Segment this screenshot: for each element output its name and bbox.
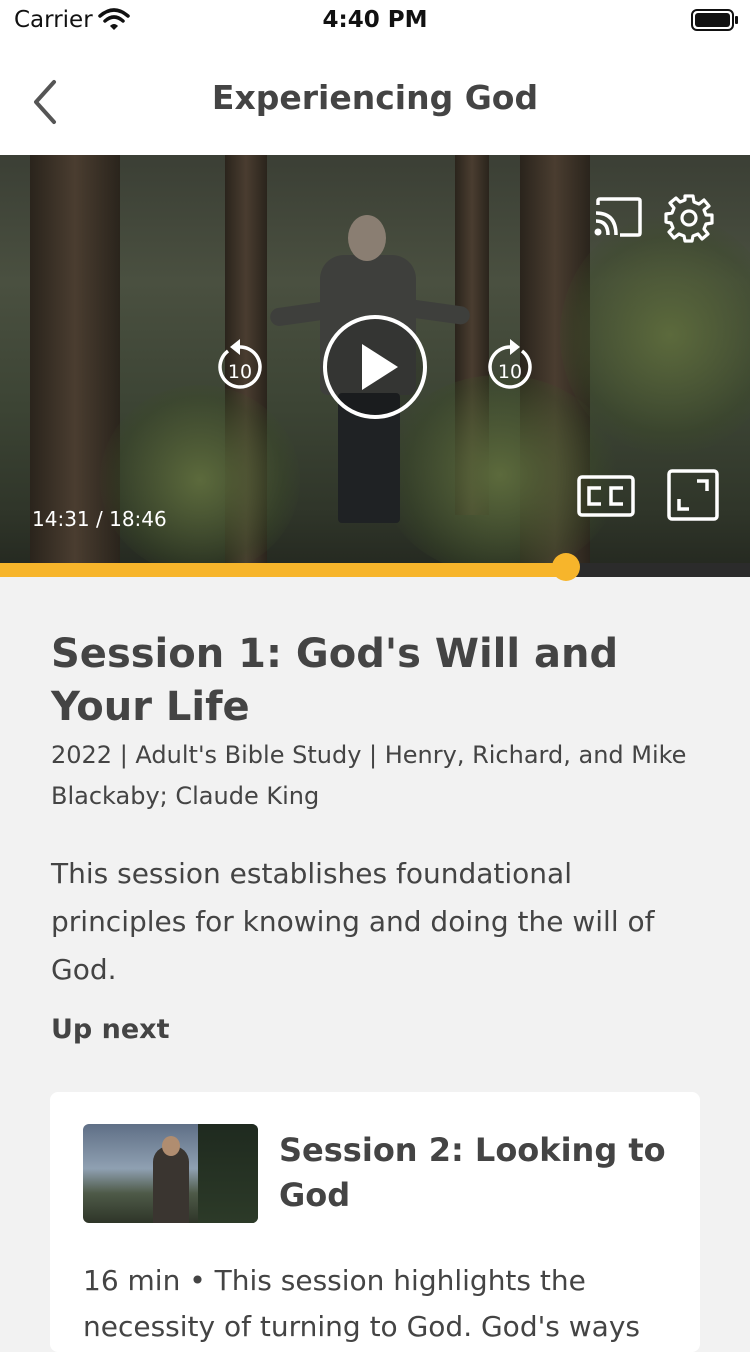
thumbnail-scene [198,1124,258,1223]
page-title: Experiencing God [211,78,539,117]
progress-scrubber[interactable] [551,553,580,581]
status-time: 4:40 PM [322,7,428,33]
status-bar: Carrier 4:40 PM [0,0,750,40]
closed-captions-icon[interactable] [577,475,635,517]
thumbnail-scene [153,1146,189,1223]
cast-icon[interactable] [592,195,644,239]
nav-bar: Experiencing God [0,40,750,155]
rewind-10-button[interactable]: 10 [214,337,266,395]
session-meta: 2022 | Adult's Bible Study | Henry, Rich… [51,741,687,810]
up-next-thumbnail [83,1124,258,1223]
thumbnail-scene [162,1136,180,1156]
up-next-description: 16 min • This session highlights the nec… [83,1264,640,1343]
session-title: Session 1: God's Will and Your Life [51,631,619,730]
up-next-heading: Up next [51,1014,170,1045]
battery-icon [691,9,738,31]
video-background [100,385,300,575]
up-next-title: Session 2: Looking to God [279,1131,666,1214]
play-button[interactable] [322,314,428,420]
video-player[interactable]: 10 10 14:31 / 18:46 [0,155,750,577]
forward-10-label: 10 [498,361,522,383]
video-frame-person [348,215,386,261]
forward-10-button[interactable]: 10 [484,337,536,395]
rewind-10-icon: 10 [218,339,262,389]
rewind-10-label: 10 [228,361,252,383]
forward-10-icon: 10 [488,339,532,389]
session-description: This session establishes foundational pr… [51,857,655,986]
settings-gear-icon[interactable] [664,193,714,243]
play-icon [323,315,427,419]
progress-fill [0,563,566,577]
fullscreen-icon[interactable] [667,469,719,521]
up-next-card[interactable]: Session 2: Looking to God 16 min • This … [50,1092,700,1352]
time-readout: 14:31 / 18:46 [32,507,167,531]
